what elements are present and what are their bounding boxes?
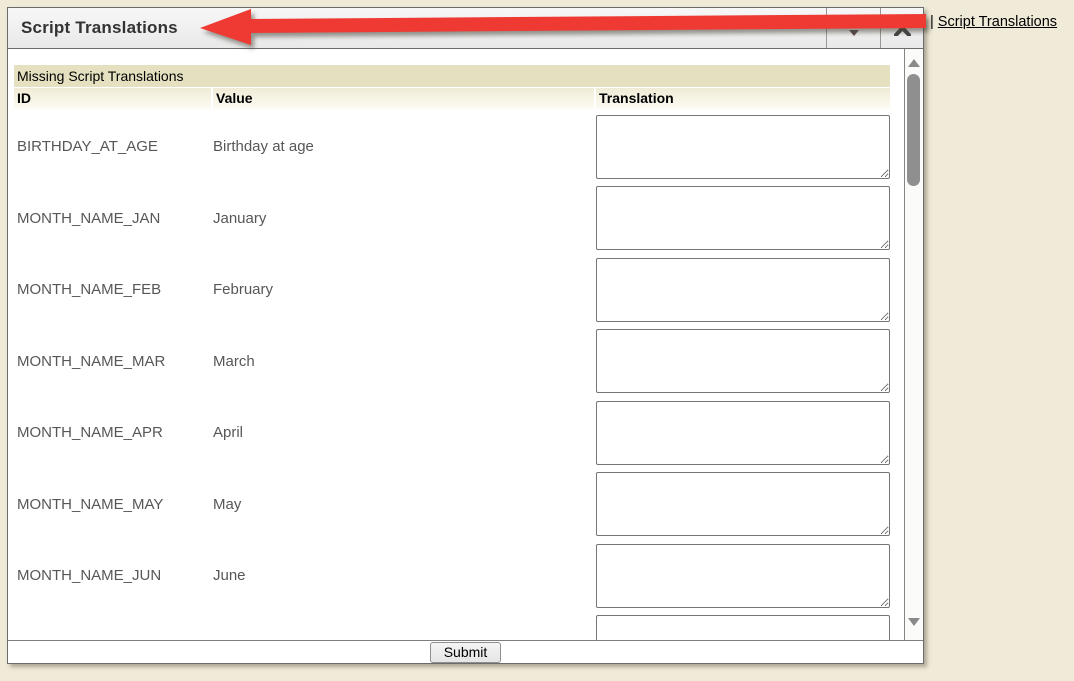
row-id-text: MONTH_NAME_JAN — [14, 210, 213, 227]
row-value-text: March — [213, 353, 596, 370]
column-header-id: ID — [14, 88, 211, 109]
table-row: MONTH_NAME_MAY May — [14, 469, 904, 541]
script-translations-link[interactable]: Script Translations — [938, 14, 1057, 30]
table-row: MONTH_NAME_JAN January — [14, 183, 904, 255]
row-value-text: July — [213, 639, 596, 640]
table-rows: BIRTHDAY_AT_AGE Birthday at age MONTH_NA… — [14, 111, 904, 640]
translation-textarea[interactable] — [596, 115, 890, 179]
translation-textarea[interactable] — [596, 544, 890, 608]
row-value-text: June — [213, 567, 596, 584]
table-row: MONTH_NAME_JUN June — [14, 540, 904, 612]
row-id-text: MONTH_NAME_MAR — [14, 353, 213, 370]
submit-button[interactable]: Submit — [430, 642, 502, 663]
table-row: BIRTHDAY_AT_AGE Birthday at age — [14, 111, 904, 183]
panel-collapse-button[interactable] — [880, 8, 923, 48]
top-right-nav: |Script Translations — [930, 14, 1057, 30]
panel-menu-button[interactable] — [826, 8, 880, 48]
translation-textarea[interactable] — [596, 615, 890, 640]
row-id-text: BIRTHDAY_AT_AGE — [14, 138, 213, 155]
row-value-text: Birthday at age — [213, 138, 596, 155]
panel-footer: Submit — [8, 640, 923, 663]
row-id-text: MONTH_NAME_JUL — [14, 639, 213, 640]
translation-textarea[interactable] — [596, 472, 890, 536]
scroll-up-arrow-icon — [908, 59, 920, 67]
panel-body: Missing Script Translations ID Value Tra… — [8, 49, 923, 640]
row-value-text: May — [213, 496, 596, 513]
script-translations-panel: Script Translations Missing Script Trans… — [7, 7, 924, 664]
translations-content: Missing Script Translations ID Value Tra… — [8, 49, 905, 640]
row-id-text: MONTH_NAME_MAY — [14, 496, 213, 513]
scroll-up-button[interactable] — [905, 56, 923, 70]
chevron-up-icon — [894, 23, 911, 41]
panel-title: Script Translations — [8, 8, 826, 48]
column-header-translation: Translation — [596, 88, 890, 109]
translation-textarea[interactable] — [596, 186, 890, 250]
caret-down-icon — [849, 23, 859, 41]
separator-bar: | — [930, 14, 934, 30]
row-id-text: MONTH_NAME_JUN — [14, 567, 213, 584]
translation-textarea[interactable] — [596, 329, 890, 393]
row-value-text: January — [213, 210, 596, 227]
table-row: MONTH_NAME_JUL July — [14, 612, 904, 641]
column-header-value: Value — [213, 88, 594, 109]
scrollbar[interactable] — [905, 49, 923, 640]
translation-textarea[interactable] — [596, 401, 890, 465]
table-row: MONTH_NAME_MAR March — [14, 326, 904, 398]
row-id-text: MONTH_NAME_FEB — [14, 281, 213, 298]
table-header-row: ID Value Translation — [14, 88, 890, 109]
scroll-down-button[interactable] — [905, 615, 923, 629]
translation-textarea[interactable] — [596, 258, 890, 322]
scrollbar-thumb[interactable] — [907, 74, 920, 186]
table-row: MONTH_NAME_APR April — [14, 397, 904, 469]
row-id-text: MONTH_NAME_APR — [14, 424, 213, 441]
row-value-text: April — [213, 424, 596, 441]
row-value-text: February — [213, 281, 596, 298]
table-caption: Missing Script Translations — [14, 65, 890, 87]
panel-titlebar: Script Translations — [8, 8, 923, 49]
scroll-down-arrow-icon — [908, 618, 920, 626]
table-row: MONTH_NAME_FEB February — [14, 254, 904, 326]
